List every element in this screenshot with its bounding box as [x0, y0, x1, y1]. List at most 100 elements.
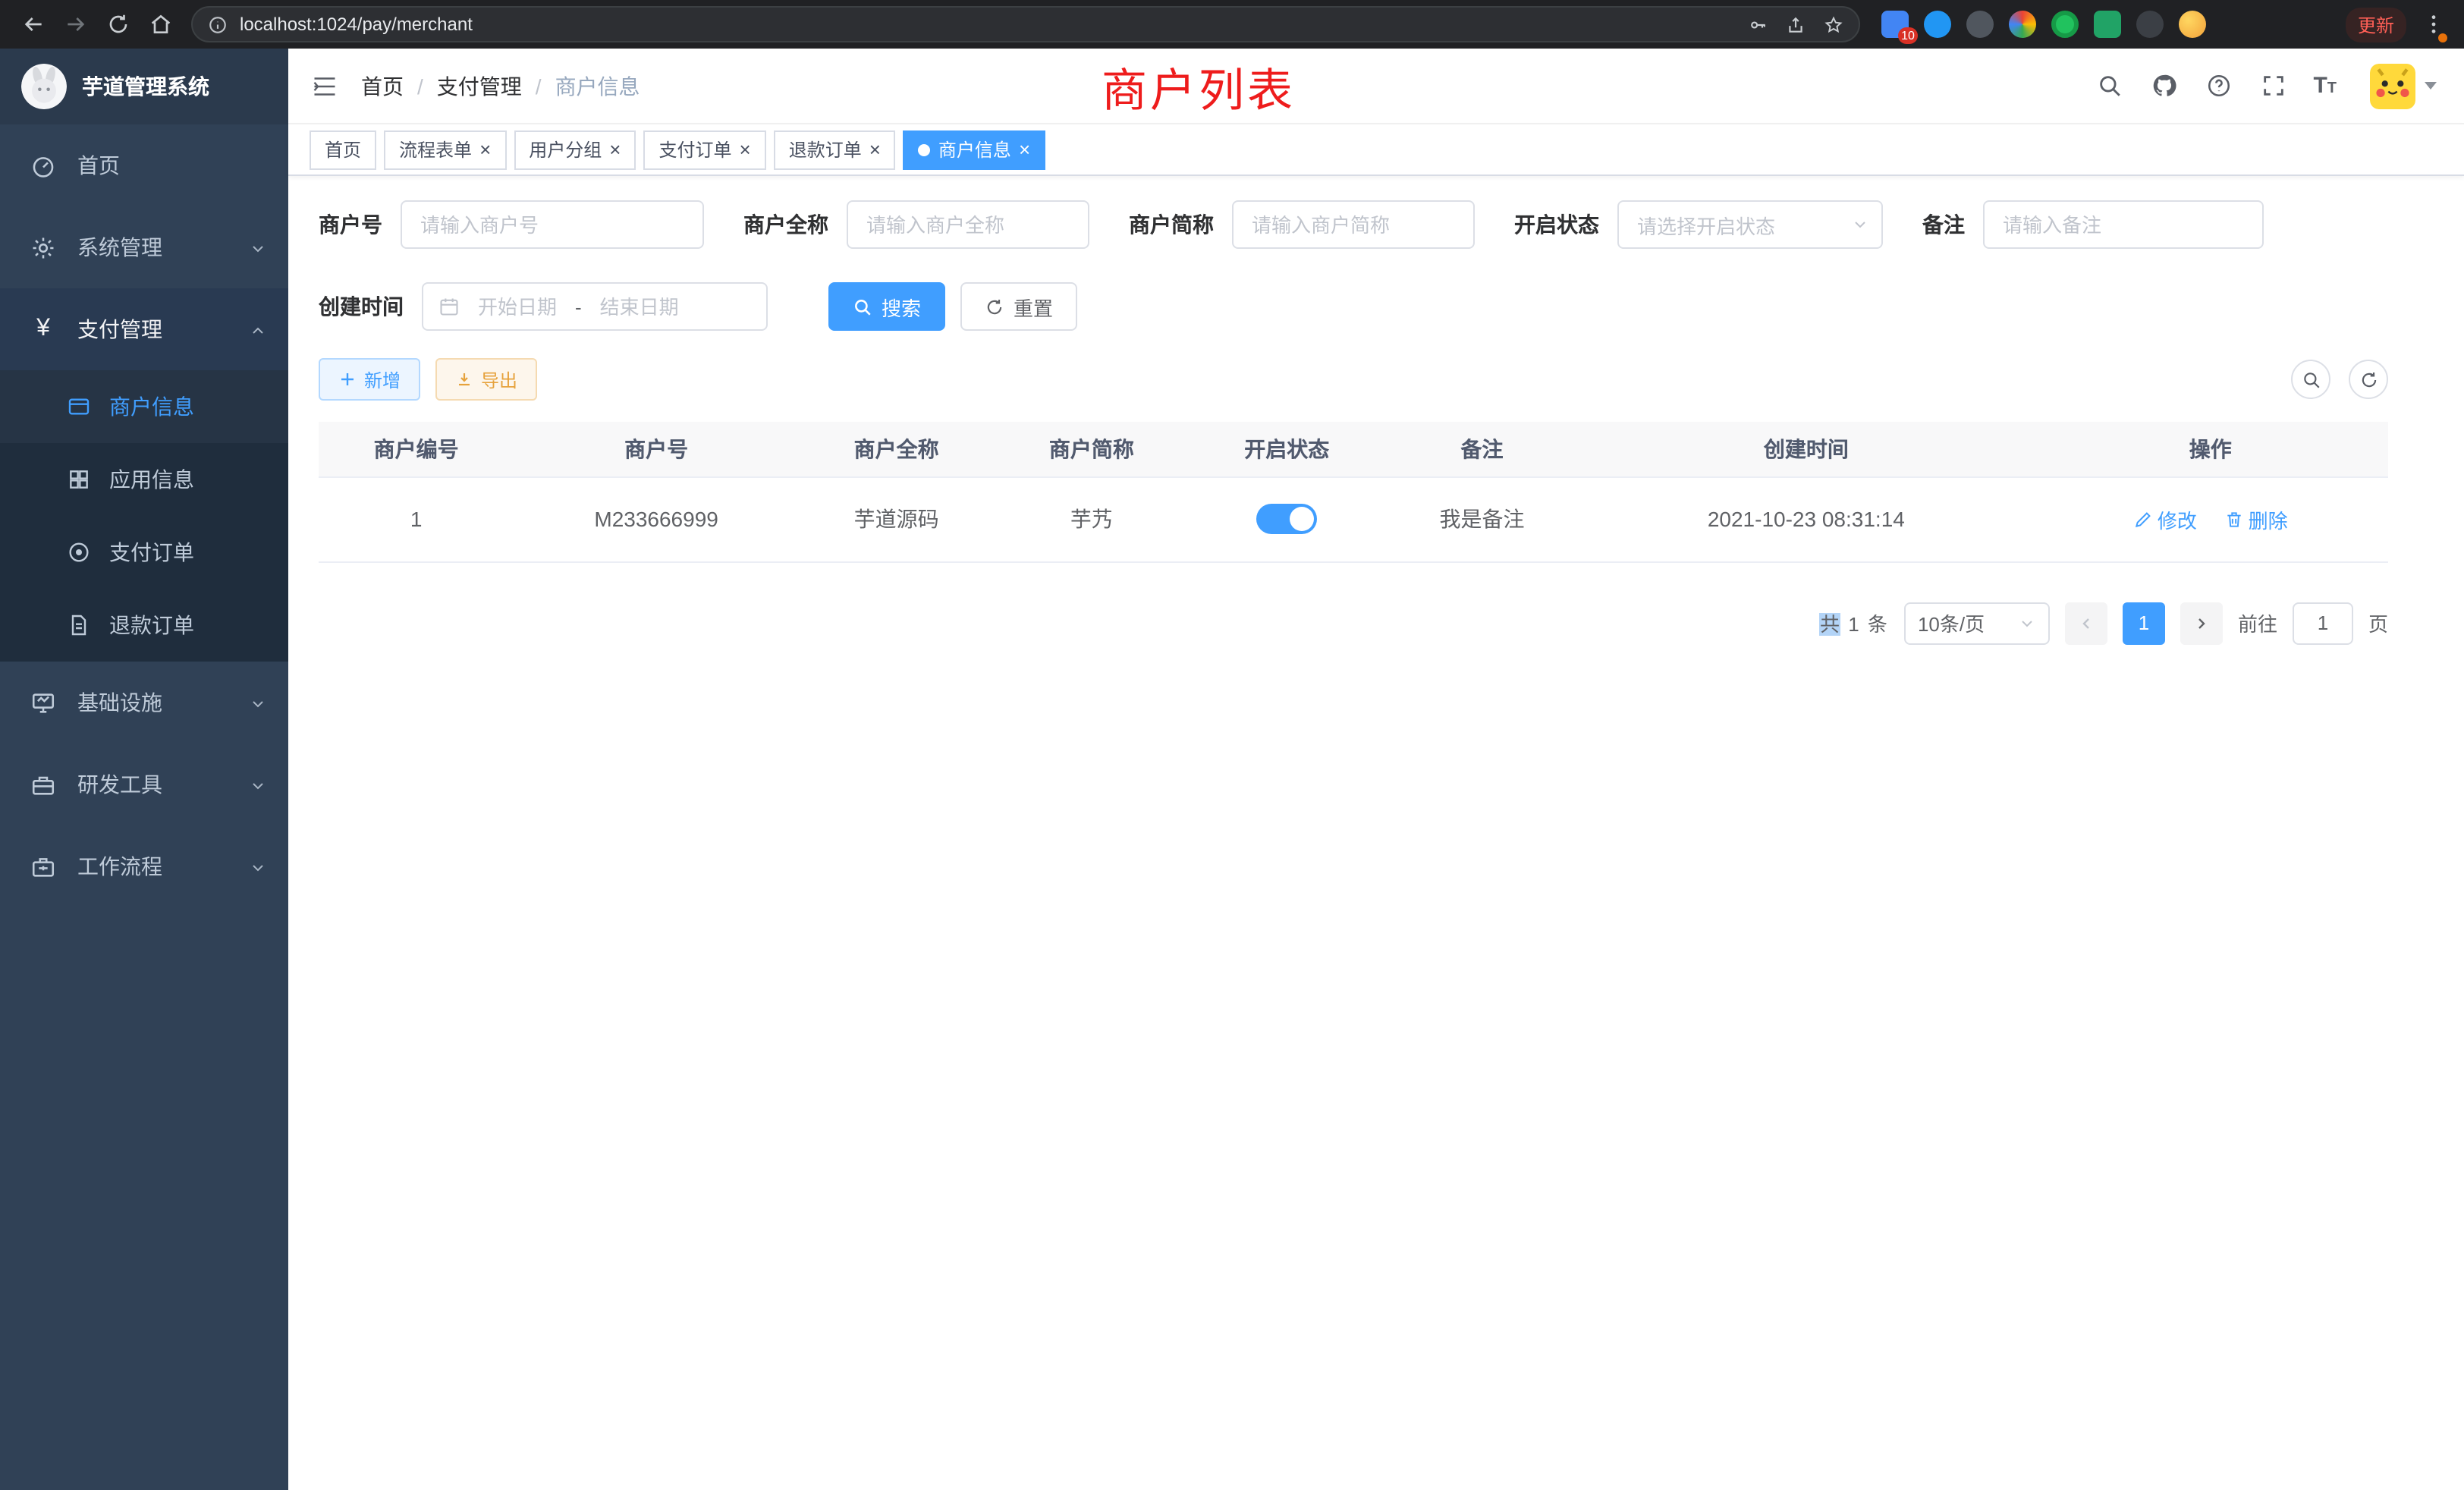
close-icon[interactable]: ×: [740, 140, 751, 159]
tab-pay-order[interactable]: 支付订单×: [643, 130, 765, 169]
tab-merchant-info[interactable]: 商户信息×: [904, 130, 1045, 169]
sidebar-item-system[interactable]: 系统管理: [0, 206, 288, 288]
toolbox-icon: [30, 772, 56, 797]
status-label: 开启状态: [1514, 209, 1599, 240]
sidebar-item-label: 工作流程: [77, 851, 249, 882]
delete-link[interactable]: 删除: [2224, 505, 2288, 533]
fullscreen-icon[interactable]: [2258, 71, 2289, 101]
reset-button[interactable]: 重置: [960, 282, 1077, 331]
remark-label: 备注: [1922, 209, 1965, 240]
sidebar-item-label: 研发工具: [77, 769, 249, 800]
sidebar-item-label: 首页: [77, 150, 267, 181]
sidebar-item-label: 商户信息: [109, 391, 194, 422]
app-title: 芋道管理系统: [82, 71, 209, 102]
sidebar-item-label: 支付订单: [109, 537, 194, 567]
page-info-icon[interactable]: [208, 14, 228, 34]
close-icon[interactable]: ×: [479, 140, 491, 159]
reload-icon[interactable]: [97, 3, 140, 46]
extension-icon-7[interactable]: [2136, 11, 2164, 38]
browser-menu-icon[interactable]: [2415, 3, 2452, 46]
add-button[interactable]: 新增: [319, 358, 420, 401]
user-avatar[interactable]: [2370, 63, 2437, 108]
page-size-select[interactable]: 10条/页: [1904, 602, 2050, 644]
create-time-range[interactable]: -: [422, 282, 768, 331]
sidebar-item-label: 应用信息: [109, 464, 194, 495]
breadcrumb-home[interactable]: 首页: [361, 71, 404, 101]
extension-icon-3[interactable]: [1966, 11, 1994, 38]
goto-page-input[interactable]: [2293, 602, 2353, 644]
cell-full-name: 芋道源码: [799, 476, 994, 561]
extension-icon-6[interactable]: [2094, 11, 2121, 38]
extension-icon-1[interactable]: 10: [1881, 11, 1909, 38]
pencil-icon: [2133, 509, 2153, 529]
yen-icon: ¥: [30, 316, 56, 343]
page-1-button[interactable]: 1: [2123, 602, 2165, 644]
merchant-no-label: 商户号: [319, 209, 382, 240]
refresh-table-icon[interactable]: [2349, 360, 2388, 399]
sidebar-item-app-info[interactable]: 应用信息: [0, 443, 288, 516]
merchant-no-input[interactable]: [401, 200, 704, 249]
profile-avatar-icon[interactable]: [2179, 11, 2206, 38]
search-icon[interactable]: [2095, 71, 2125, 101]
status-toggle[interactable]: [1256, 504, 1317, 534]
search-button[interactable]: 搜索: [828, 282, 945, 331]
col-header-status: 开启状态: [1190, 422, 1384, 476]
cell-id: 1: [319, 476, 514, 561]
start-date-input[interactable]: [469, 295, 566, 318]
sidebar-item-pay[interactable]: ¥ 支付管理: [0, 288, 288, 370]
breadcrumb: 首页 / 支付管理 / 商户信息: [361, 71, 640, 101]
sidebar-toggle-icon[interactable]: [288, 48, 361, 124]
extension-icon-4[interactable]: [2009, 11, 2036, 38]
search-icon: [853, 297, 872, 316]
end-date-input[interactable]: [591, 295, 688, 318]
export-button[interactable]: 导出: [435, 358, 537, 401]
close-icon[interactable]: ×: [1019, 140, 1030, 159]
font-size-icon[interactable]: TT: [2313, 73, 2337, 99]
screen: localhost:1024/pay/merchant 10 更新: [0, 0, 2464, 1490]
sidebar-item-infra[interactable]: 基础设施: [0, 662, 288, 743]
sidebar-item-workflow[interactable]: 工作流程: [0, 825, 288, 907]
goto-label: 前往: [2238, 608, 2277, 637]
tab-home[interactable]: 首页: [310, 130, 376, 169]
total-count: 共 1 条: [1820, 608, 1889, 637]
url-text[interactable]: localhost:1024/pay/merchant: [240, 14, 1748, 35]
extensions-row: 10: [1881, 11, 2337, 38]
github-icon[interactable]: [2149, 71, 2180, 101]
app-logo[interactable]: 芋道管理系统: [0, 49, 288, 124]
full-name-input[interactable]: [847, 200, 1089, 249]
sidebar-item-devtools[interactable]: 研发工具: [0, 743, 288, 825]
sidebar-item-merchant-info[interactable]: 商户信息: [0, 370, 288, 443]
gear-icon: [30, 234, 56, 260]
extension-icon-5[interactable]: [2051, 11, 2079, 38]
short-name-input[interactable]: [1232, 200, 1475, 249]
sidebar-item-home[interactable]: 首页: [0, 124, 288, 206]
address-bar[interactable]: localhost:1024/pay/merchant: [191, 6, 1860, 42]
chevron-down-icon: [2425, 82, 2437, 90]
close-icon[interactable]: ×: [869, 140, 881, 159]
extension-icon-2[interactable]: [1924, 11, 1951, 38]
tab-refund-order[interactable]: 退款订单×: [774, 130, 896, 169]
password-key-icon[interactable]: [1748, 14, 1768, 34]
bookmark-star-icon[interactable]: [1824, 14, 1843, 34]
close-icon[interactable]: ×: [609, 140, 621, 159]
prev-page-button[interactable]: [2065, 602, 2107, 644]
breadcrumb-pay[interactable]: 支付管理: [437, 71, 522, 101]
tab-process-form[interactable]: 流程表单×: [384, 130, 506, 169]
col-header-remark: 备注: [1384, 422, 1579, 476]
cell-create-time: 2021-10-23 08:31:14: [1579, 476, 2032, 561]
edit-link[interactable]: 修改: [2133, 505, 2197, 533]
col-header-actions: 操作: [2033, 422, 2388, 476]
toggle-search-icon[interactable]: [2291, 360, 2330, 399]
browser-update-button[interactable]: 更新: [2346, 7, 2406, 42]
forward-icon[interactable]: [55, 3, 97, 46]
status-select[interactable]: 请选择开启状态: [1617, 200, 1883, 249]
back-icon[interactable]: [12, 3, 55, 46]
home-icon[interactable]: [140, 3, 182, 46]
remark-input[interactable]: [1983, 200, 2264, 249]
tab-user-group[interactable]: 用户分组×: [514, 130, 636, 169]
sidebar-item-refund-order[interactable]: 退款订单: [0, 589, 288, 662]
share-icon[interactable]: [1786, 14, 1806, 34]
help-icon[interactable]: [2204, 71, 2234, 101]
next-page-button[interactable]: [2180, 602, 2223, 644]
sidebar-item-pay-order[interactable]: 支付订单: [0, 516, 288, 589]
